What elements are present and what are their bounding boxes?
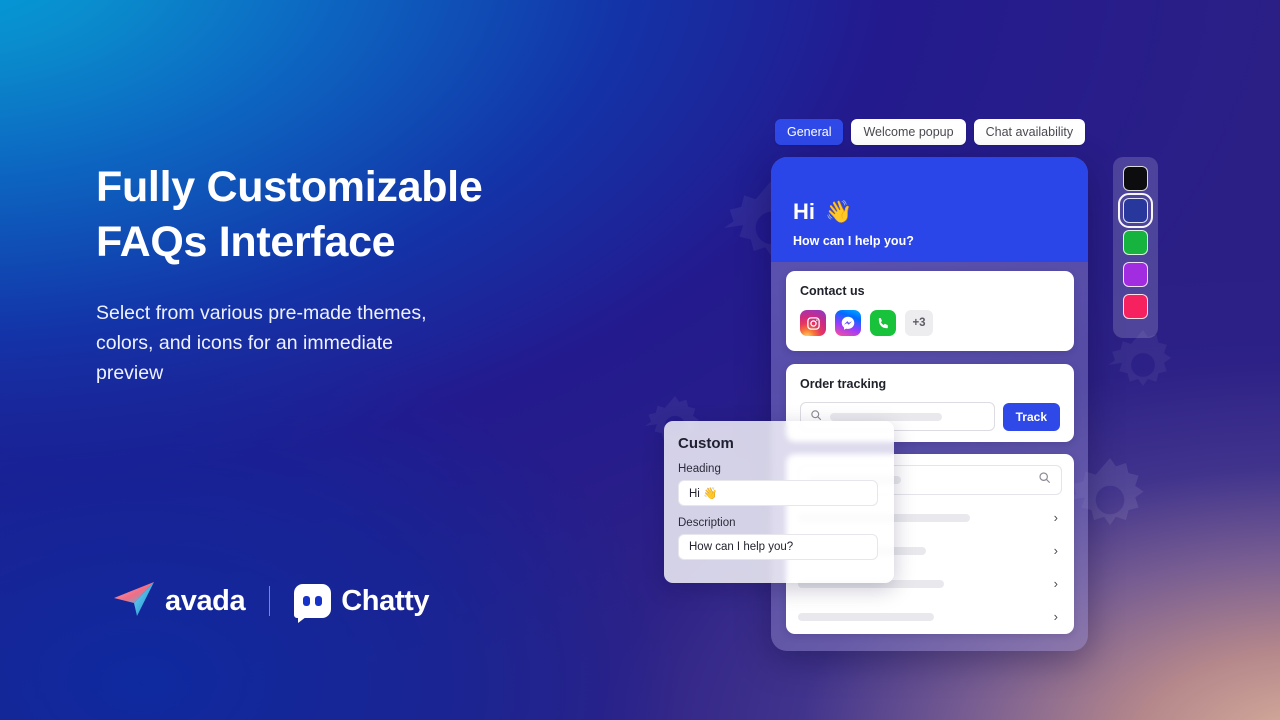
- contact-card-title: Contact us: [800, 284, 865, 298]
- heading-field-label: Heading: [678, 463, 721, 475]
- widget-subtitle: How can I help you?: [793, 234, 914, 248]
- faq-item-text-bar: [798, 612, 934, 621]
- widget-greeting: Hi 👋: [793, 199, 1066, 225]
- chevron-right-icon: ›: [1053, 510, 1058, 525]
- brand-logos: avada Chatty: [112, 578, 429, 624]
- swatch-purple[interactable]: [1123, 262, 1148, 287]
- instagram-icon[interactable]: [800, 310, 826, 336]
- page-title: Fully Customizable FAQs Interface: [96, 163, 483, 266]
- swatch-dark-blue[interactable]: [1118, 193, 1153, 228]
- contact-channel-list: +3: [800, 310, 1060, 336]
- contact-us-card: Contact us +3: [786, 271, 1074, 351]
- widget-greeting-text: Hi: [793, 199, 815, 224]
- order-input-placeholder-bar: [830, 412, 942, 421]
- chatty-logo-text: Chatty: [341, 584, 430, 617]
- order-card-title: Order tracking: [800, 377, 887, 391]
- swatch-black[interactable]: [1123, 166, 1148, 191]
- chat-eye-left: [303, 596, 311, 606]
- chat-bubble-icon: [294, 584, 332, 623]
- tab-general[interactable]: General: [775, 119, 844, 145]
- chatty-logo: Chatty: [294, 584, 430, 623]
- color-swatch-rail: [1113, 157, 1158, 338]
- tab-chat-availability[interactable]: Chat availability: [973, 119, 1086, 145]
- chevron-right-icon: ›: [1053, 543, 1058, 558]
- swatch-green[interactable]: [1123, 230, 1148, 255]
- chat-eye-right: [315, 596, 323, 606]
- tab-welcome-popup[interactable]: Welcome popup: [851, 119, 966, 145]
- description-field-label: Description: [678, 517, 736, 529]
- chevron-right-icon: ›: [1053, 576, 1058, 591]
- custom-panel-title: Custom: [678, 435, 734, 452]
- avada-logo-text: avada: [165, 584, 246, 617]
- hero-subtitle: Select from various pre-made themes, col…: [96, 302, 427, 384]
- waving-hand-icon: 👋: [825, 199, 853, 224]
- phone-icon[interactable]: [870, 310, 896, 336]
- faq-list-item[interactable]: ›: [798, 600, 1062, 633]
- more-channels-badge[interactable]: +3: [905, 310, 933, 336]
- gear-decoration-icon: [1108, 330, 1178, 400]
- hero-copy: Fully Customizable FAQs Interface Select…: [96, 160, 566, 388]
- paper-plane-icon: [112, 581, 155, 622]
- messenger-icon[interactable]: [835, 310, 861, 336]
- search-icon: [1038, 471, 1051, 489]
- avada-logo: avada: [112, 581, 246, 622]
- custom-settings-panel: Custom Heading Hi 👋 Description How can …: [664, 421, 894, 583]
- chevron-right-icon: ›: [1053, 609, 1058, 624]
- track-button[interactable]: Track: [1002, 402, 1060, 431]
- heading-input[interactable]: Hi 👋: [678, 480, 878, 506]
- description-input[interactable]: How can I help you?: [678, 534, 878, 560]
- logo-divider: [269, 586, 271, 616]
- widget-header: Hi 👋 How can I help you?: [771, 157, 1088, 262]
- swatch-pink[interactable]: [1123, 294, 1148, 319]
- settings-tabs: General Welcome popup Chat availability: [775, 119, 1086, 145]
